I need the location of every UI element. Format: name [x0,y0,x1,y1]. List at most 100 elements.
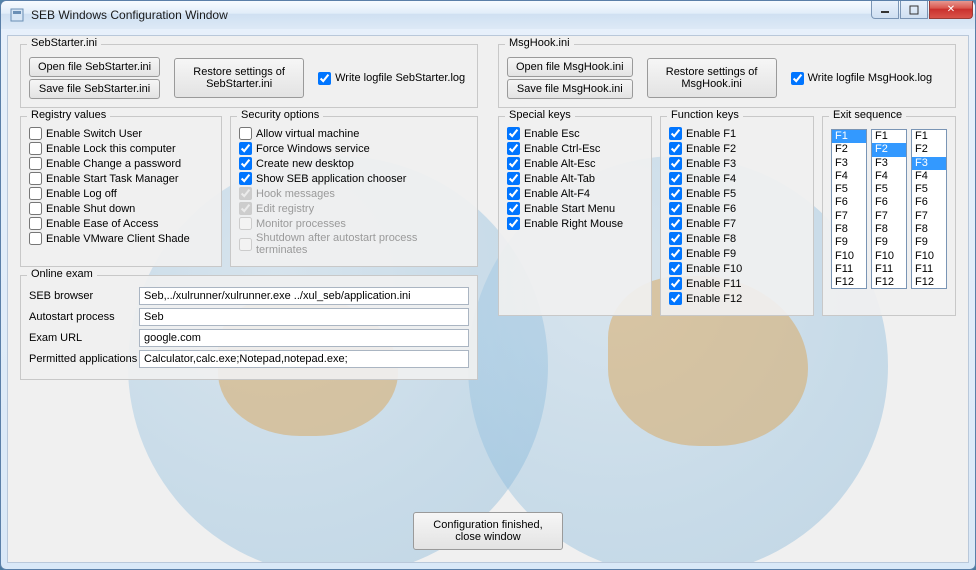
registry-group: Registry values Enable Switch UserEnable… [20,116,222,267]
list-item[interactable]: F7 [872,210,906,223]
titlebar[interactable]: SEB Windows Configuration Window ✕ [1,1,975,29]
function-keys-list-item[interactable]: Enable F7 [669,217,805,230]
minimize-button[interactable] [871,1,899,19]
function-keys-list-item[interactable]: Enable F12 [669,292,805,305]
special-keys-list-item[interactable]: Enable Right Mouse [507,217,643,230]
list-item[interactable]: F11 [832,263,866,276]
list-item[interactable]: F10 [872,250,906,263]
registry-list-item[interactable]: Enable Change a password [29,157,213,170]
list-item[interactable]: F5 [832,183,866,196]
function-keys-list-item[interactable]: Enable F1 [669,127,805,140]
registry-list-item[interactable]: Enable Start Task Manager [29,172,213,185]
write-msghook-log-checkbox[interactable]: Write logfile MsgHook.log [791,72,933,85]
function-keys-list-item[interactable]: Enable F11 [669,277,805,290]
function-keys-list-item[interactable]: Enable F5 [669,187,805,200]
function-keys-list-item[interactable]: Enable F6 [669,202,805,215]
exit-sequence-list-2[interactable]: F1F2F3F4F5F6F7F8F9F10F11F12 [871,129,907,289]
save-msghook-button[interactable]: Save file MsgHook.ini [507,79,633,99]
exit-sequence-group: Exit sequence F1F2F3F4F5F6F7F8F9F10F11F1… [822,116,956,316]
special-keys-list-item[interactable]: Enable Alt-Esc [507,157,643,170]
special-keys-list-item[interactable]: Enable Start Menu [507,202,643,215]
list-item[interactable]: F7 [912,210,946,223]
permitted-label: Permitted applications [29,353,139,365]
list-item[interactable]: F1 [912,130,946,143]
security-group: Security options Allow virtual machineFo… [230,116,478,267]
list-item[interactable]: F6 [872,196,906,209]
permitted-input[interactable] [139,350,469,368]
exam-url-input[interactable] [139,329,469,347]
special-keys-list-item[interactable]: Enable Esc [507,127,643,140]
open-sebstarter-button[interactable]: Open file SebStarter.ini [29,57,160,77]
close-button[interactable]: ✕ [929,1,973,19]
special-keys-list-item[interactable]: Enable Alt-Tab [507,172,643,185]
online-exam-legend: Online exam [27,268,97,280]
list-item[interactable]: F8 [912,223,946,236]
list-item[interactable]: F5 [872,183,906,196]
list-item[interactable]: F3 [912,157,946,170]
security-list-item[interactable]: Show SEB application chooser [239,172,469,185]
list-item[interactable]: F7 [832,210,866,223]
sebstarter-legend: SebStarter.ini [27,37,101,49]
list-item[interactable]: F1 [872,130,906,143]
function-keys-list-item[interactable]: Enable F8 [669,232,805,245]
exit-sequence-list-3[interactable]: F1F2F3F4F5F6F7F8F9F10F11F12 [911,129,947,289]
exit-sequence-list-1[interactable]: F1F2F3F4F5F6F7F8F9F10F11F12 [831,129,867,289]
list-item[interactable]: F10 [912,250,946,263]
list-item[interactable]: F4 [912,170,946,183]
list-item[interactable]: F2 [872,143,906,156]
restore-sebstarter-button[interactable]: Restore settings of SebStarter.ini [174,58,304,98]
list-item[interactable]: F6 [832,196,866,209]
write-sebstarter-log-checkbox[interactable]: Write logfile SebStarter.log [318,72,465,85]
function-keys-list-item[interactable]: Enable F4 [669,172,805,185]
list-item[interactable]: F6 [912,196,946,209]
autostart-input[interactable] [139,308,469,326]
list-item[interactable]: F1 [832,130,866,143]
function-keys-list-item[interactable]: Enable F3 [669,157,805,170]
security-list-item[interactable]: Create new desktop [239,157,469,170]
list-item[interactable]: F2 [912,143,946,156]
function-keys-list-item[interactable]: Enable F2 [669,142,805,155]
registry-list-item[interactable]: Enable VMware Client Shade [29,232,213,245]
list-item[interactable]: F12 [872,276,906,289]
list-item[interactable]: F11 [912,263,946,276]
list-item[interactable]: F8 [872,223,906,236]
list-item[interactable]: F3 [872,157,906,170]
list-item[interactable]: F9 [912,236,946,249]
restore-msghook-button[interactable]: Restore settings of MsgHook.ini [647,58,777,98]
maximize-button[interactable] [900,1,928,19]
seb-browser-input[interactable] [139,287,469,305]
security-legend: Security options [237,109,323,121]
list-item[interactable]: F4 [832,170,866,183]
function-keys-list-item[interactable]: Enable F9 [669,247,805,260]
security-list-item[interactable]: Allow virtual machine [239,127,469,140]
list-item[interactable]: F11 [872,263,906,276]
list-item[interactable]: F2 [832,143,866,156]
registry-list-item[interactable]: Enable Log off [29,187,213,200]
list-item[interactable]: F4 [872,170,906,183]
list-item[interactable]: F3 [832,157,866,170]
security-list-item[interactable]: Force Windows service [239,142,469,155]
list-item[interactable]: F12 [912,276,946,289]
list-item[interactable]: F5 [912,183,946,196]
list-item[interactable]: F10 [832,250,866,263]
registry-list-item[interactable]: Enable Lock this computer [29,142,213,155]
registry-list-item[interactable]: Enable Shut down [29,202,213,215]
autostart-label: Autostart process [29,311,139,323]
list-item[interactable]: F9 [832,236,866,249]
finish-button[interactable]: Configuration finished, close window [413,512,563,550]
save-sebstarter-button[interactable]: Save file SebStarter.ini [29,79,160,99]
registry-list-item[interactable]: Enable Switch User [29,127,213,140]
sebstarter-group: SebStarter.ini Open file SebStarter.ini … [20,44,478,108]
seb-browser-label: SEB browser [29,290,139,302]
registry-list-item[interactable]: Enable Ease of Access [29,217,213,230]
special-keys-group: Special keys Enable EscEnable Ctrl-EscEn… [498,116,652,316]
list-item[interactable]: F8 [832,223,866,236]
special-keys-list-item[interactable]: Enable Alt-F4 [507,187,643,200]
special-keys-list: Enable Esc Enable Ctrl-Esc Enable Alt-Esc E… [507,127,643,230]
exit-sequence-legend: Exit sequence [829,109,906,121]
open-msghook-button[interactable]: Open file MsgHook.ini [507,57,633,77]
list-item[interactable]: F9 [872,236,906,249]
function-keys-list-item[interactable]: Enable F10 [669,262,805,275]
list-item[interactable]: F12 [832,276,866,289]
special-keys-list-item[interactable]: Enable Ctrl-Esc [507,142,643,155]
